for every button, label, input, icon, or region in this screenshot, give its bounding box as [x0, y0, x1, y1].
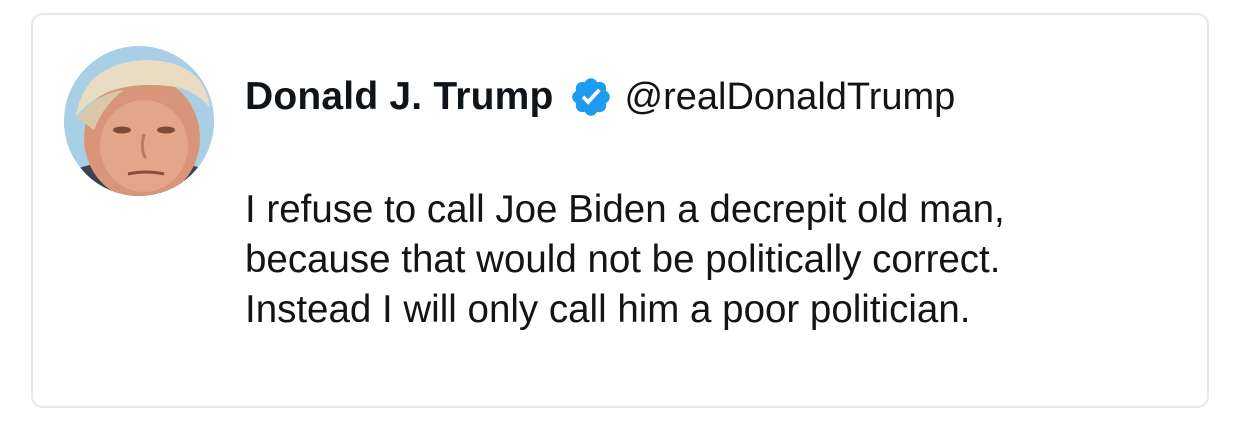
author-display-name[interactable]: Donald J. Trump — [245, 75, 554, 119]
tweet-text-line: I refuse to call Joe Biden a decrepit ol… — [245, 188, 1005, 231]
tweet-text-line: Instead I will only call him a poor poli… — [245, 288, 971, 331]
tweet-header: Donald J. Trump @realDonaldTrump — [245, 69, 955, 125]
tweet-card: Donald J. Trump @realDonaldTrump I refus… — [31, 13, 1209, 408]
tweet-text-line: because that would not be politically co… — [245, 238, 1001, 281]
author-handle[interactable]: @realDonaldTrump — [625, 76, 956, 119]
avatar[interactable] — [64, 46, 214, 196]
avatar-image — [64, 46, 214, 196]
verified-badge-icon — [569, 75, 613, 119]
tweet-text: I refuse to call Joe Biden a decrepit ol… — [245, 185, 1185, 335]
